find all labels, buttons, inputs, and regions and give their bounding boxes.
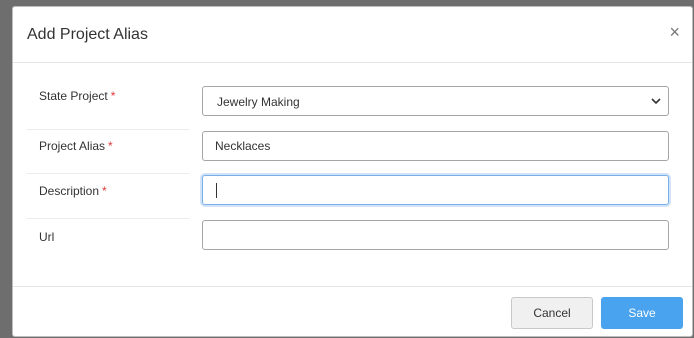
project-alias-label-text: Project Alias (39, 139, 106, 153)
state-project-label: State Project * (39, 89, 115, 103)
close-icon[interactable]: × (669, 23, 680, 41)
cancel-button[interactable]: Cancel (511, 297, 593, 329)
project-alias-label: Project Alias * (39, 139, 113, 153)
state-project-label-text: State Project (39, 89, 108, 103)
url-label: Url (39, 230, 54, 244)
row-divider (27, 173, 189, 174)
url-input[interactable] (202, 220, 669, 250)
dialog-footer: Cancel Save (13, 286, 692, 338)
required-marker: * (102, 184, 107, 198)
add-project-alias-dialog: Add Project Alias × State Project * Jewel… (12, 6, 693, 337)
row-divider (27, 218, 189, 219)
project-alias-input[interactable] (202, 131, 669, 161)
dialog-header: Add Project Alias × (13, 7, 692, 63)
state-project-selected-value: Jewelry Making (217, 95, 300, 109)
description-label: Description * (39, 184, 107, 198)
description-label-text: Description (39, 184, 100, 198)
state-project-select[interactable]: Jewelry Making (202, 86, 669, 116)
chevron-down-icon (651, 98, 661, 105)
dialog-title: Add Project Alias (27, 26, 148, 43)
url-label-text: Url (39, 230, 55, 244)
save-button[interactable]: Save (601, 297, 683, 329)
text-cursor (216, 183, 217, 198)
row-divider (27, 129, 189, 130)
description-input[interactable] (202, 175, 669, 205)
required-marker: * (108, 139, 113, 153)
required-marker: * (110, 89, 116, 103)
